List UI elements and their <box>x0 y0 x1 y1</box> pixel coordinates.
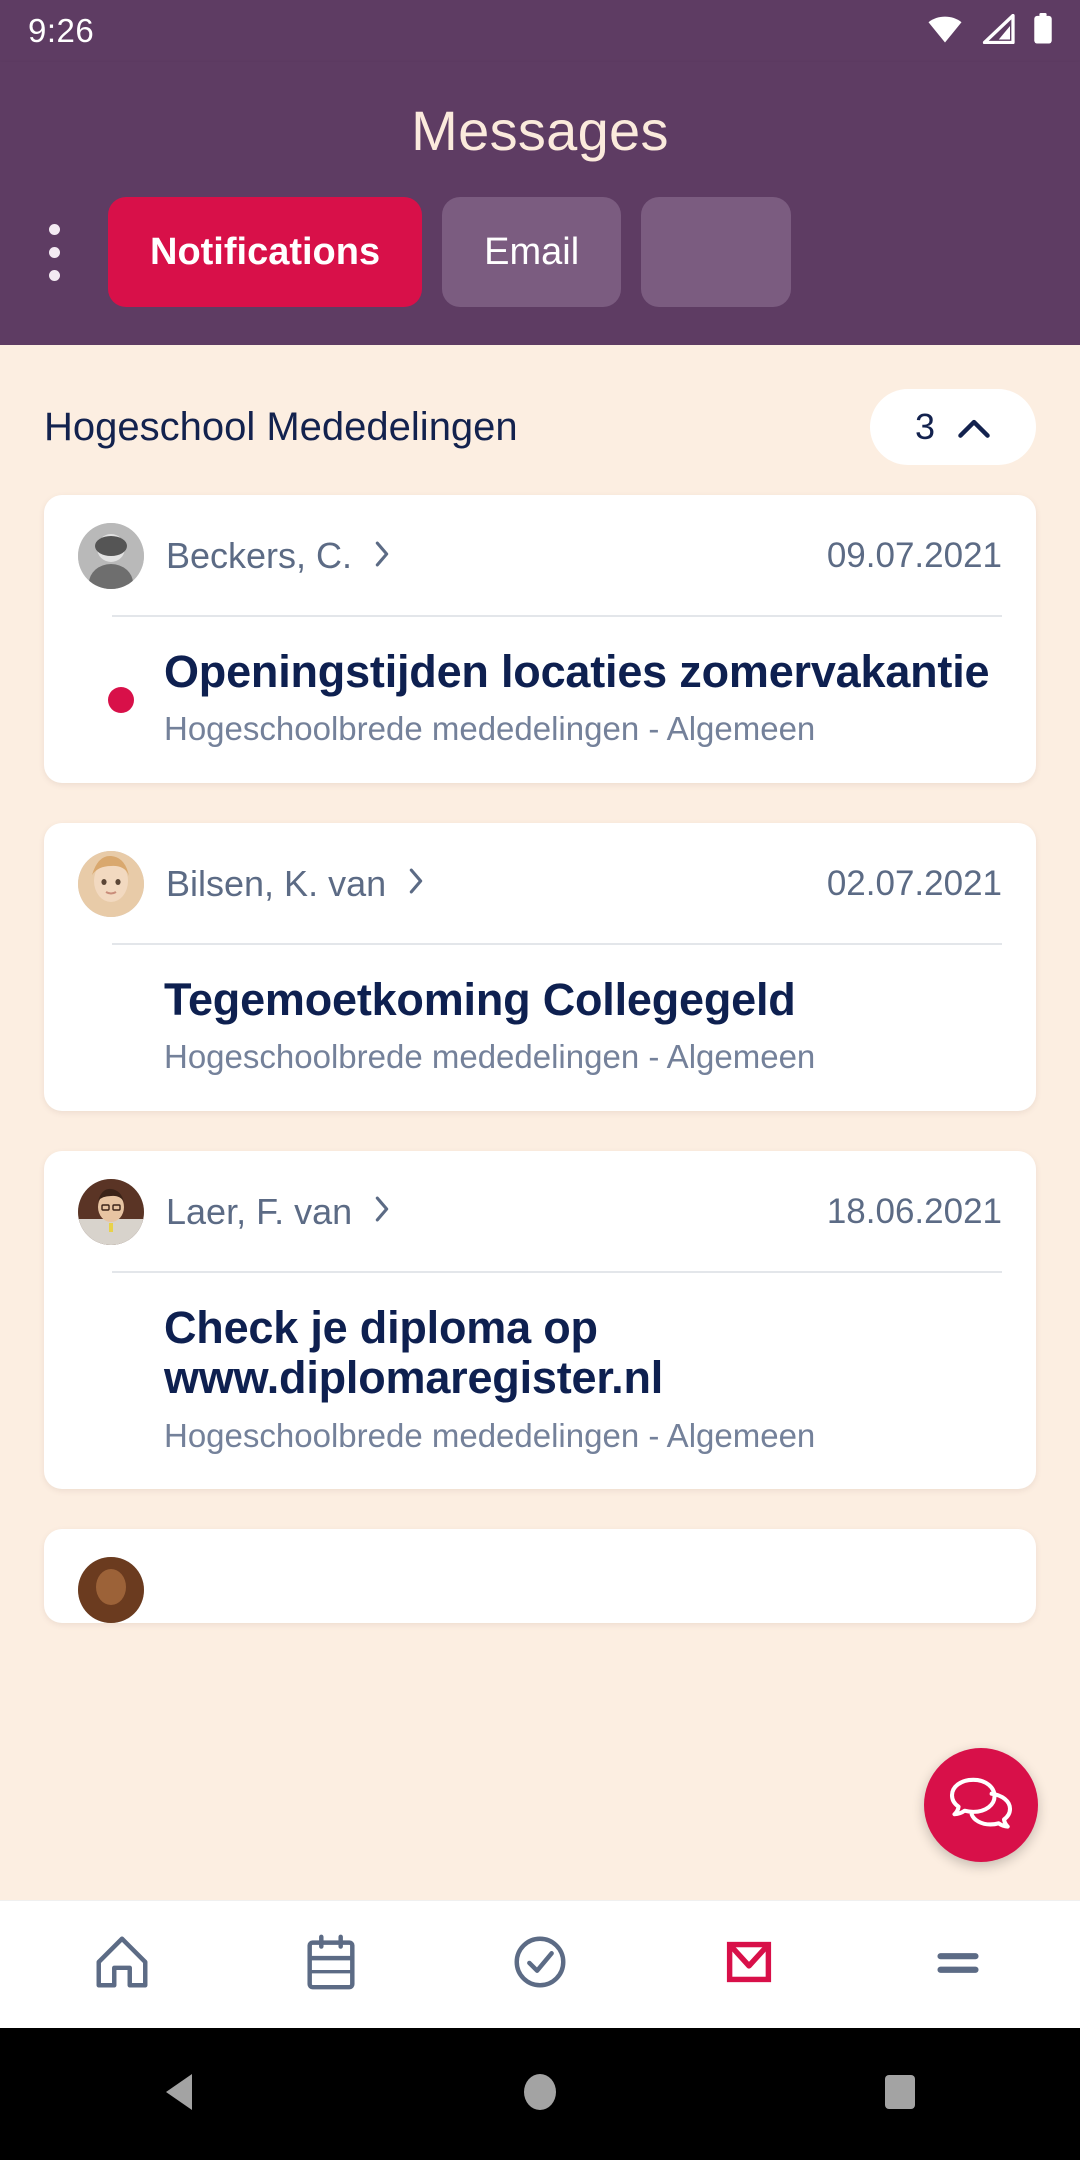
android-back-button[interactable] <box>80 2028 280 2160</box>
unread-indicator-slot <box>78 1303 164 1343</box>
avatar <box>78 850 144 917</box>
phone-screen: 9:26 Messages Notifications Email Hogesc… <box>0 0 1080 2160</box>
back-triangle-icon <box>160 2070 200 2119</box>
tab-notifications[interactable]: Notifications <box>108 197 423 307</box>
nav-item-tasks[interactable] <box>465 1901 615 2029</box>
tab-email[interactable]: Email <box>442 197 622 307</box>
message-card-header: Bilsen, K. van 02.07.2021 <box>78 850 1002 917</box>
message-sender[interactable]: Beckers, C. <box>78 523 390 589</box>
message-sender-name: Laer, F. van <box>166 1190 353 1232</box>
page-title: Messages <box>411 99 669 162</box>
message-sender[interactable] <box>78 1557 144 1624</box>
unread-dot <box>108 687 134 713</box>
tab-next[interactable] <box>641 197 792 307</box>
unread-indicator-slot <box>78 975 164 1015</box>
message-sender-name: Beckers, C. <box>166 535 353 576</box>
home-icon <box>91 1931 153 1998</box>
app-header: Messages Notifications Email <box>0 62 1080 345</box>
message-sender[interactable]: Laer, F. van <box>78 1178 390 1245</box>
message-subtitle: Hogeschoolbrede mededelingen - Algemeen <box>164 1416 816 1454</box>
home-circle-icon <box>520 2070 560 2119</box>
section-header: Hogeschool Mededelingen 3 <box>0 345 1080 495</box>
message-card-body: Check je diploma op www.diplomaregister.… <box>78 1273 1002 1455</box>
chat-fab-button[interactable] <box>924 1748 1038 1862</box>
avatar <box>78 1557 144 1624</box>
message-title: Openingstijden locaties zomervakantie <box>164 646 990 697</box>
message-date: 09.07.2021 <box>826 536 1002 575</box>
message-card-header <box>78 1557 1002 1624</box>
message-card-partial[interactable] <box>44 1529 1036 1624</box>
calendar-icon <box>300 1931 362 1998</box>
message-sender-name: Bilsen, K. van <box>166 862 387 904</box>
message-card-header: Laer, F. van 18.06.2021 <box>78 1178 1002 1245</box>
tab-bar: Notifications Email <box>0 197 1080 345</box>
nav-item-messages[interactable] <box>674 1901 824 2029</box>
hamburger-menu-icon <box>927 1931 989 1998</box>
android-home-button[interactable] <box>440 2028 640 2160</box>
android-navigation-bar <box>0 2028 1080 2160</box>
section-count: 3 <box>914 406 936 447</box>
message-date: 18.06.2021 <box>826 1191 1002 1231</box>
message-card-body: Openingstijden locaties zomervakantie Ho… <box>78 617 1002 749</box>
nav-item-menu[interactable] <box>883 1901 1033 2029</box>
message-subtitle: Hogeschoolbrede mededelingen - Algemeen <box>164 710 816 748</box>
message-date: 02.07.2021 <box>826 863 1002 903</box>
status-bar-clock: 9:26 <box>28 12 95 49</box>
wifi-icon <box>926 14 964 49</box>
chevron-right-icon <box>374 540 390 573</box>
recents-square-icon <box>881 2071 919 2118</box>
message-card-header: Beckers, C. 09.07.2021 <box>78 523 1002 589</box>
status-bar-icons <box>926 12 1054 50</box>
bottom-navigation <box>0 1900 1080 2028</box>
overflow-menu-icon[interactable] <box>0 223 108 281</box>
avatar <box>78 1178 144 1245</box>
message-list-area: Hogeschool Mededelingen 3 Beckers, C. 09… <box>0 345 1080 1900</box>
message-title: Tegemoetkoming Collegegeld <box>164 973 796 1025</box>
message-card[interactable]: Bilsen, K. van 02.07.2021 Tegemoetkoming… <box>44 822 1036 1111</box>
chat-bubbles-icon <box>948 1774 1014 1837</box>
battery-icon <box>1032 12 1054 50</box>
avatar <box>78 523 144 589</box>
message-subtitle: Hogeschoolbrede mededelingen - Algemeen <box>164 1038 816 1076</box>
message-card[interactable]: Beckers, C. 09.07.2021 Openingstijden lo… <box>44 495 1036 783</box>
cellular-signal-icon <box>981 13 1015 49</box>
mail-icon <box>718 1931 780 1998</box>
status-bar: 9:26 <box>0 0 1080 62</box>
unread-indicator-slot <box>78 647 164 713</box>
nav-item-home[interactable] <box>47 1901 197 2029</box>
check-circle-icon <box>509 1931 571 1998</box>
nav-item-calendar[interactable] <box>256 1901 406 2029</box>
message-title: Check je diploma op www.diplomaregister.… <box>164 1301 664 1404</box>
chevron-right-icon <box>374 1195 390 1228</box>
message-sender[interactable]: Bilsen, K. van <box>78 850 424 917</box>
section-collapse-toggle[interactable]: 3 <box>870 389 1036 465</box>
chevron-up-icon <box>957 406 991 448</box>
message-card[interactable]: Laer, F. van 18.06.2021 Check je diploma… <box>44 1150 1036 1490</box>
section-title: Hogeschool Mededelingen <box>44 404 518 449</box>
chevron-right-icon <box>408 867 424 900</box>
android-recents-button[interactable] <box>800 2028 1000 2160</box>
message-card-body: Tegemoetkoming Collegegeld Hogeschoolbre… <box>78 945 1002 1077</box>
